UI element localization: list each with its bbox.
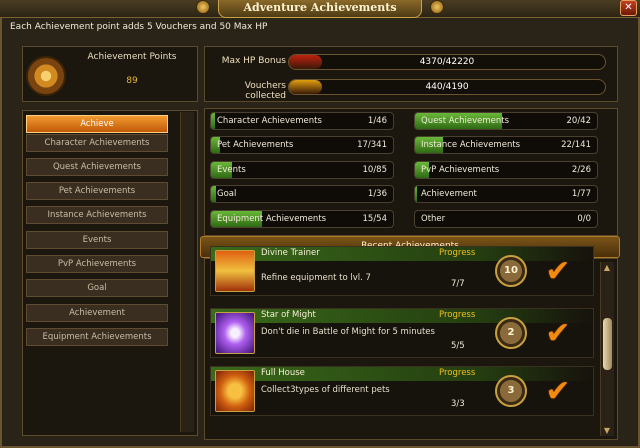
vouchers-value: 440/4190 xyxy=(425,82,469,92)
category-name: PvP Achievements xyxy=(421,165,500,175)
category-events[interactable]: Events 10/85 xyxy=(210,161,394,179)
points-badge: 2 xyxy=(495,317,527,349)
category-progress xyxy=(415,186,418,202)
category-name: Achievement xyxy=(421,189,477,199)
entry-description: Don't die in Battle of Might for 5 minut… xyxy=(261,327,435,337)
sidebar-item-events[interactable]: Events xyxy=(26,231,168,249)
entry-count: 7/7 xyxy=(451,279,465,289)
info-text: Each Achievement point adds 5 Vouchers a… xyxy=(10,22,268,32)
category-goal[interactable]: Goal 1/36 xyxy=(210,185,394,203)
category-progress xyxy=(211,113,215,129)
close-button[interactable]: ✕ xyxy=(620,0,637,16)
sidebar-item-pvp[interactable]: PvP Achievements xyxy=(26,255,168,273)
category-name: Events xyxy=(217,165,246,175)
sidebar-item-achieve[interactable]: Achieve xyxy=(26,115,168,133)
category-name: Goal xyxy=(217,189,237,199)
entry-count: 5/5 xyxy=(451,341,465,351)
category-name: Other xyxy=(421,214,446,224)
sidebar-item-pet[interactable]: Pet Achievements xyxy=(26,182,168,200)
category-value: 20/42 xyxy=(566,116,592,126)
category-pet[interactable]: Pet Achievements 17/341 xyxy=(210,136,394,154)
points-label: Achievement Points xyxy=(87,52,177,62)
category-equipment[interactable]: Equipment Achievements 15/54 xyxy=(210,210,394,228)
checkmark-icon: ✔ xyxy=(545,316,571,351)
recent-entry: Divine Trainer Progress Refine equipment… xyxy=(210,246,594,296)
scroll-down-icon[interactable]: ▼ xyxy=(601,426,613,436)
hp-bonus-bar: 4370/42220 xyxy=(288,54,606,70)
hp-bonus-value: 4370/42220 xyxy=(419,57,475,67)
category-name: Instance Achievements xyxy=(421,140,521,150)
entry-description: Refine equipment to lvl. 7 xyxy=(261,273,371,283)
category-value: 0/0 xyxy=(577,214,591,224)
scroll-up-icon[interactable]: ▲ xyxy=(601,263,613,273)
category-name: Character Achievements xyxy=(217,116,322,126)
sidebar-scrollbar[interactable] xyxy=(180,112,194,432)
hp-bonus-label: Max HP Bonus xyxy=(221,56,286,66)
entry-progress-label: Progress xyxy=(439,368,476,378)
category-name: Equipment Achievements xyxy=(217,214,327,224)
magic-star-icon xyxy=(215,312,255,354)
checkmark-icon: ✔ xyxy=(545,374,571,409)
entry-title: Divine Trainer xyxy=(261,248,320,258)
category-character[interactable]: Character Achievements 1/46 xyxy=(210,112,394,130)
category-other[interactable]: Other 0/0 xyxy=(414,210,598,228)
sidebar-item-quest[interactable]: Quest Achievements xyxy=(26,158,168,176)
sidebar-item-equipment[interactable]: Equipment Achievements xyxy=(26,328,168,346)
category-name: Pet Achievements xyxy=(217,140,294,150)
entry-progress-label: Progress xyxy=(439,310,476,320)
entry-description: Collect3types of different pets xyxy=(261,385,390,395)
scroll-thumb[interactable] xyxy=(603,318,612,370)
ornament-icon xyxy=(196,0,210,14)
checkmark-icon: ✔ xyxy=(545,254,571,289)
sidebar-item-goal[interactable]: Goal xyxy=(26,279,168,297)
vouchers-label: Vouchers collected xyxy=(244,81,286,101)
category-pvp[interactable]: PvP Achievements 2/26 xyxy=(414,161,598,179)
entry-count: 3/3 xyxy=(451,399,465,409)
category-instance[interactable]: Instance Achievements 22/141 xyxy=(414,136,598,154)
category-value: 1/46 xyxy=(367,116,387,126)
points-value: 89 xyxy=(126,76,138,86)
category-value: 17/341 xyxy=(357,140,387,150)
category-value: 2/26 xyxy=(571,165,591,175)
category-name: Quest Achievements xyxy=(421,116,510,126)
entry-title: Full House xyxy=(261,368,305,378)
ornament-icon xyxy=(430,0,444,14)
category-quest[interactable]: Quest Achievements 20/42 xyxy=(414,112,598,130)
window-title: Adventure Achievements xyxy=(218,0,422,18)
entry-progress-label: Progress xyxy=(439,248,476,258)
category-value: 10/85 xyxy=(362,165,388,175)
category-progress xyxy=(211,186,217,202)
recent-entry: Full House Progress Collect3types of dif… xyxy=(210,366,594,416)
armor-icon xyxy=(215,250,255,292)
points-badge: 10 xyxy=(495,255,527,287)
category-achievement[interactable]: Achievement 1/77 xyxy=(414,185,598,203)
medal-icon xyxy=(26,56,66,96)
sidebar-item-achievement[interactable]: Achievement xyxy=(26,304,168,322)
points-badge: 3 xyxy=(495,375,527,407)
category-value: 1/36 xyxy=(367,189,387,199)
category-value: 22/141 xyxy=(561,140,591,150)
sidebar-item-instance[interactable]: Instance Achievements xyxy=(26,206,168,224)
category-value: 15/54 xyxy=(362,214,388,224)
recent-entry: Star of Might Progress Don't die in Batt… xyxy=(210,308,594,358)
entry-title: Star of Might xyxy=(261,310,316,320)
sidebar-item-character[interactable]: Character Achievements xyxy=(26,134,168,152)
vouchers-bar: 440/4190 xyxy=(288,79,606,95)
horned-helmet-icon xyxy=(215,370,255,412)
category-value: 1/77 xyxy=(571,189,591,199)
